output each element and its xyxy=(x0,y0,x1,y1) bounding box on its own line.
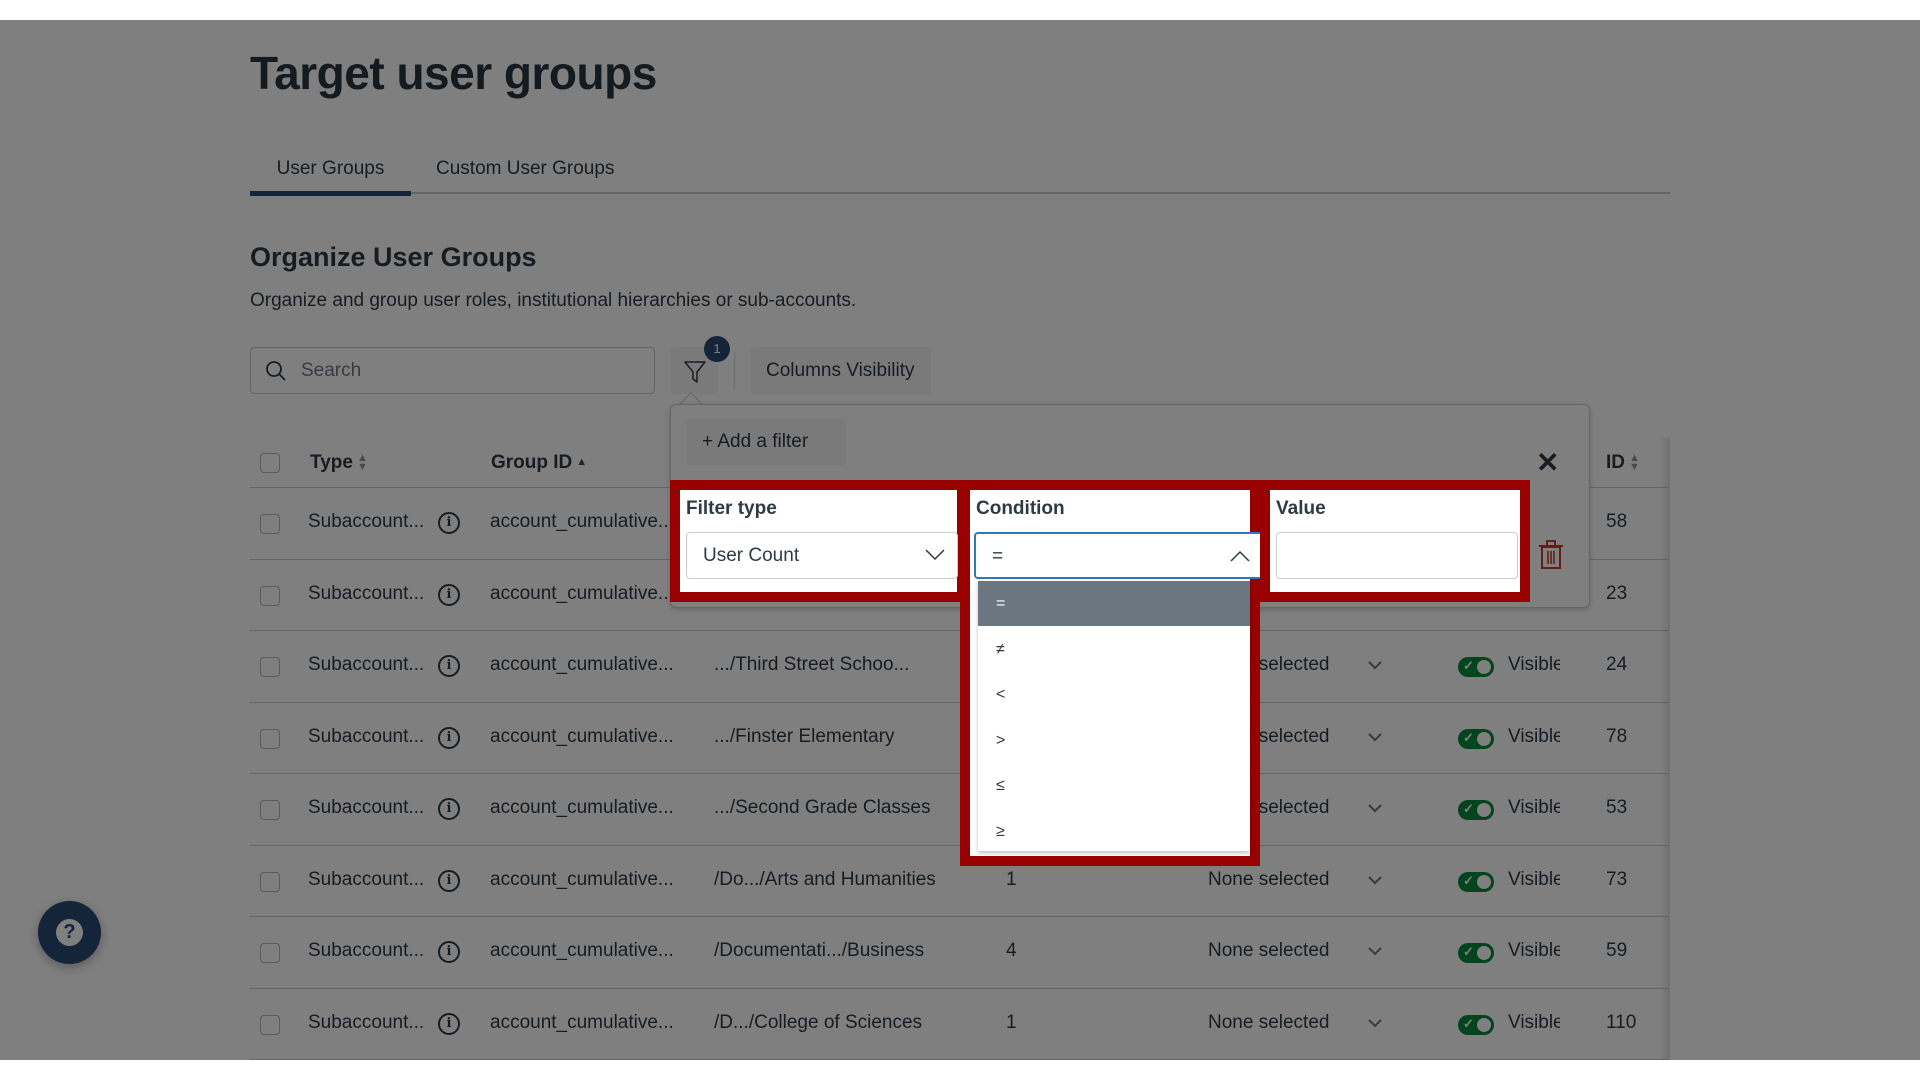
condition-value: = xyxy=(992,546,1004,567)
condition-label: Condition xyxy=(976,498,1065,519)
condition-option[interactable]: ≤ xyxy=(978,763,1250,808)
filter-type-label: Filter type xyxy=(686,498,777,519)
condition-highlight: Condition = = ≠ < > ≤ ≥ xyxy=(960,480,1264,866)
condition-option[interactable]: = xyxy=(978,581,1250,626)
condition-dropdown-list: = ≠ < > ≤ ≥ xyxy=(978,581,1250,851)
question-icon: ? xyxy=(56,919,83,946)
filter-type-highlight: Filter type User Count xyxy=(670,480,967,602)
condition-option[interactable]: > xyxy=(978,718,1250,763)
condition-option[interactable]: ≠ xyxy=(978,627,1250,672)
condition-option[interactable]: ≥ xyxy=(978,809,1250,854)
value-highlight: Value xyxy=(1260,480,1530,602)
chevron-up-icon xyxy=(1230,550,1250,562)
help-button[interactable]: ? xyxy=(38,901,101,964)
value-label: Value xyxy=(1276,498,1326,519)
condition-option[interactable]: < xyxy=(978,672,1250,717)
condition-select[interactable]: = xyxy=(974,532,1264,579)
filter-type-select[interactable]: User Count xyxy=(686,532,958,579)
filter-type-value: User Count xyxy=(703,545,800,566)
value-input[interactable] xyxy=(1276,532,1518,579)
chevron-down-icon xyxy=(925,549,945,561)
